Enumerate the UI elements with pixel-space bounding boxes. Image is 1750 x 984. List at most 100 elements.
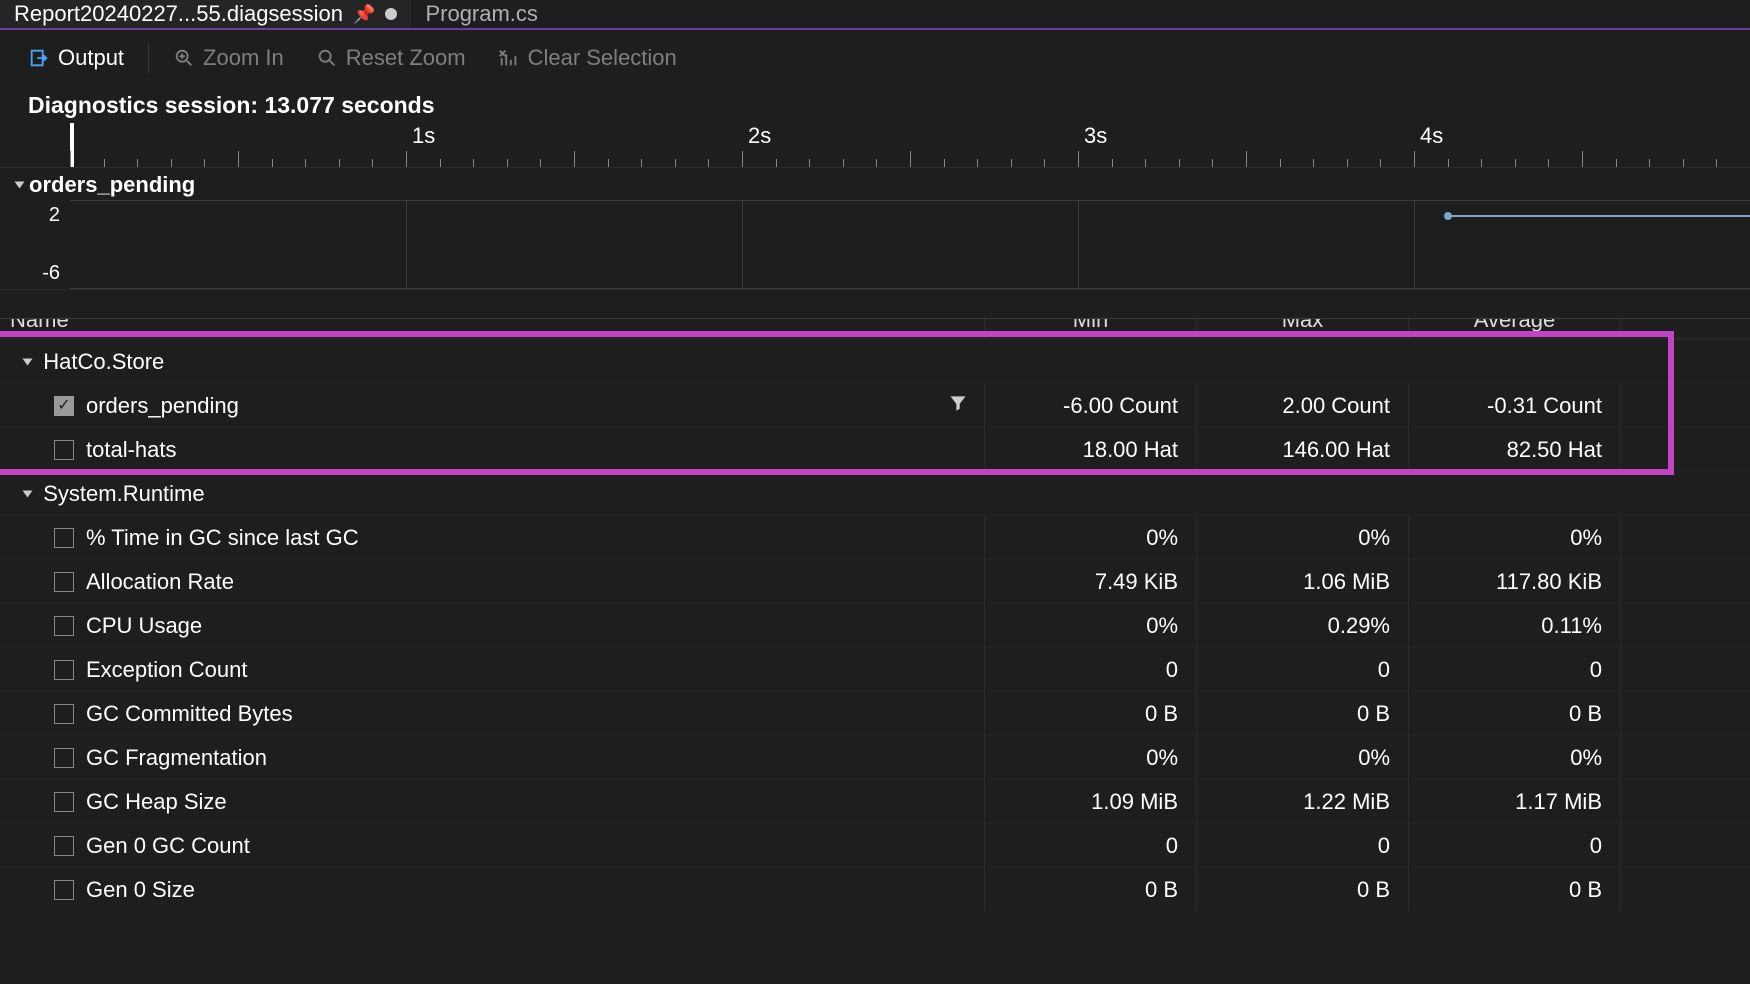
col-min-header[interactable]: Min xyxy=(984,319,1196,338)
counter-checkbox[interactable]: ✓ xyxy=(54,396,74,416)
counter-avg: 82.50 Hat xyxy=(1507,437,1602,463)
counter-row[interactable]: Allocation Rate 7.49 KiB 1.06 MiB 117.80 Ki… xyxy=(0,559,1750,603)
counter-avg: 0 B xyxy=(1569,701,1602,727)
col-tail xyxy=(1620,319,1750,338)
counter-max: 0 B xyxy=(1357,701,1390,727)
counter-name: Gen 0 GC Count xyxy=(86,833,250,859)
dirty-indicator-icon xyxy=(385,8,397,20)
reset-zoom-button[interactable]: Reset Zoom xyxy=(304,38,478,78)
group-name: System.Runtime xyxy=(43,481,204,507)
y-bottom: -6 xyxy=(42,262,60,285)
zoom-in-label: Zoom In xyxy=(203,45,284,71)
output-button[interactable]: Output xyxy=(16,38,136,78)
pin-icon[interactable]: 📌 xyxy=(353,4,375,25)
counter-name: GC Heap Size xyxy=(86,789,227,815)
counter-checkbox[interactable] xyxy=(54,440,74,460)
ruler-label: 3s xyxy=(1084,123,1107,149)
counter-checkbox[interactable] xyxy=(54,836,74,856)
counter-row[interactable]: CPU Usage0%0.29%0.11% xyxy=(0,603,1750,647)
counter-avg: 1.17 MiB xyxy=(1515,789,1602,815)
collapse-icon[interactable] xyxy=(15,182,25,189)
tab-diagsession[interactable]: Report20240227...55.diagsession 📌 xyxy=(0,0,411,28)
counter-row[interactable]: GC Committed Bytes0 B0 B0 B xyxy=(0,691,1750,735)
group-row[interactable]: System.Runtime xyxy=(0,471,1750,515)
group-row[interactable]: HatCo.Store xyxy=(0,339,1750,383)
counter-max: 1.06 MiB xyxy=(1303,569,1390,595)
tab-strip: Report20240227...55.diagsession 📌 Progra… xyxy=(0,0,1750,30)
counter-name: GC Committed Bytes xyxy=(86,701,293,727)
clear-selection-button[interactable]: Clear Selection xyxy=(486,38,689,78)
counter-avg: -0.31 Count xyxy=(1487,393,1602,419)
lane-header[interactable]: orders_pending xyxy=(0,167,1750,200)
counter-avg: 0 xyxy=(1590,657,1602,683)
counter-row[interactable]: Gen 0 Size0 B0 B0 B xyxy=(0,867,1750,911)
counter-name: % Time in GC since last GC xyxy=(86,525,359,551)
group-name: HatCo.Store xyxy=(43,349,164,375)
reset-zoom-icon xyxy=(316,47,338,69)
counter-checkbox[interactable] xyxy=(54,660,74,680)
clear-selection-icon xyxy=(498,47,520,69)
counter-name: Exception Count xyxy=(86,657,247,683)
series-line xyxy=(1448,215,1750,217)
counter-min: 0% xyxy=(1146,525,1178,551)
tab-label: Report20240227...55.diagsession xyxy=(14,1,343,27)
counter-min: 1.09 MiB xyxy=(1091,789,1178,815)
counter-row[interactable]: ✓orders_pending-6.00 Count2.00 Count-0.3… xyxy=(0,383,1750,427)
counter-min: 0 B xyxy=(1145,877,1178,903)
counter-checkbox[interactable] xyxy=(54,616,74,636)
output-icon xyxy=(28,47,50,69)
counter-row[interactable]: % Time in GC since last GC 0% 0% 0% xyxy=(0,515,1750,559)
y-top: 2 xyxy=(49,204,60,227)
counter-max: 0% xyxy=(1358,525,1390,551)
ruler-label: 2s xyxy=(748,123,771,149)
counter-min: 0% xyxy=(1146,613,1178,639)
counter-max: 0 B xyxy=(1357,877,1390,903)
col-name-header[interactable]: Name xyxy=(0,319,984,338)
counter-name: total-hats xyxy=(86,437,177,463)
counter-row[interactable]: total-hats18.00 Hat146.00 Hat82.50 Hat xyxy=(0,427,1750,471)
lane-plot[interactable] xyxy=(70,200,1750,289)
collapse-icon[interactable] xyxy=(23,490,33,497)
tab-program-cs[interactable]: Program.cs xyxy=(411,0,551,28)
counter-avg: 0 B xyxy=(1569,877,1602,903)
lane-chart[interactable]: 2 -6 xyxy=(0,200,1750,290)
counter-avg: 0% xyxy=(1570,525,1602,551)
lane-title: orders_pending xyxy=(29,172,195,198)
counter-min: 7.49 KiB xyxy=(1095,569,1178,595)
tab-label: Program.cs xyxy=(425,1,537,27)
counter-max: 0 xyxy=(1378,657,1390,683)
counter-avg: 0 xyxy=(1590,833,1602,859)
counter-checkbox[interactable] xyxy=(54,704,74,724)
counter-avg: 0.11% xyxy=(1541,613,1602,639)
counter-avg: 0% xyxy=(1570,745,1602,771)
col-max-header[interactable]: Max xyxy=(1196,319,1408,338)
counter-row[interactable]: Exception Count 0 0 0 xyxy=(0,647,1750,691)
counter-row[interactable]: GC Heap Size1.09 MiB1.22 MiB1.17 MiB xyxy=(0,779,1750,823)
series-start-dot-icon xyxy=(1444,212,1452,220)
timeline-ruler[interactable]: 1s2s3s4s xyxy=(70,123,1750,167)
reset-zoom-label: Reset Zoom xyxy=(346,45,466,71)
filter-icon[interactable] xyxy=(948,393,968,419)
counter-max: 2.00 Count xyxy=(1282,393,1390,419)
counter-checkbox[interactable] xyxy=(54,792,74,812)
counters-grid: Name Min Max Average HatCo.Store ✓orders_… xyxy=(0,318,1750,911)
counter-min: 0 xyxy=(1166,657,1178,683)
counter-row[interactable]: Gen 0 GC Count000 xyxy=(0,823,1750,867)
zoom-in-button[interactable]: Zoom In xyxy=(161,38,296,78)
counter-row[interactable]: GC Fragmentation0%0%0% xyxy=(0,735,1750,779)
counter-checkbox[interactable] xyxy=(54,880,74,900)
counter-max: 0% xyxy=(1358,745,1390,771)
grid-header-row: Name Min Max Average xyxy=(0,319,1750,339)
counter-min: 0% xyxy=(1146,745,1178,771)
counter-checkbox[interactable] xyxy=(54,528,74,548)
collapse-icon[interactable] xyxy=(23,358,33,365)
ruler-label: 1s xyxy=(412,123,435,149)
separator xyxy=(148,43,149,73)
counter-avg: 117.80 KiB xyxy=(1496,569,1602,595)
lane-y-axis: 2 -6 xyxy=(0,200,70,289)
counter-checkbox[interactable] xyxy=(54,572,74,592)
counter-min: 0 xyxy=(1166,833,1178,859)
counter-name: Allocation Rate xyxy=(86,569,234,595)
counter-checkbox[interactable] xyxy=(54,748,74,768)
col-avg-header[interactable]: Average xyxy=(1408,319,1620,338)
